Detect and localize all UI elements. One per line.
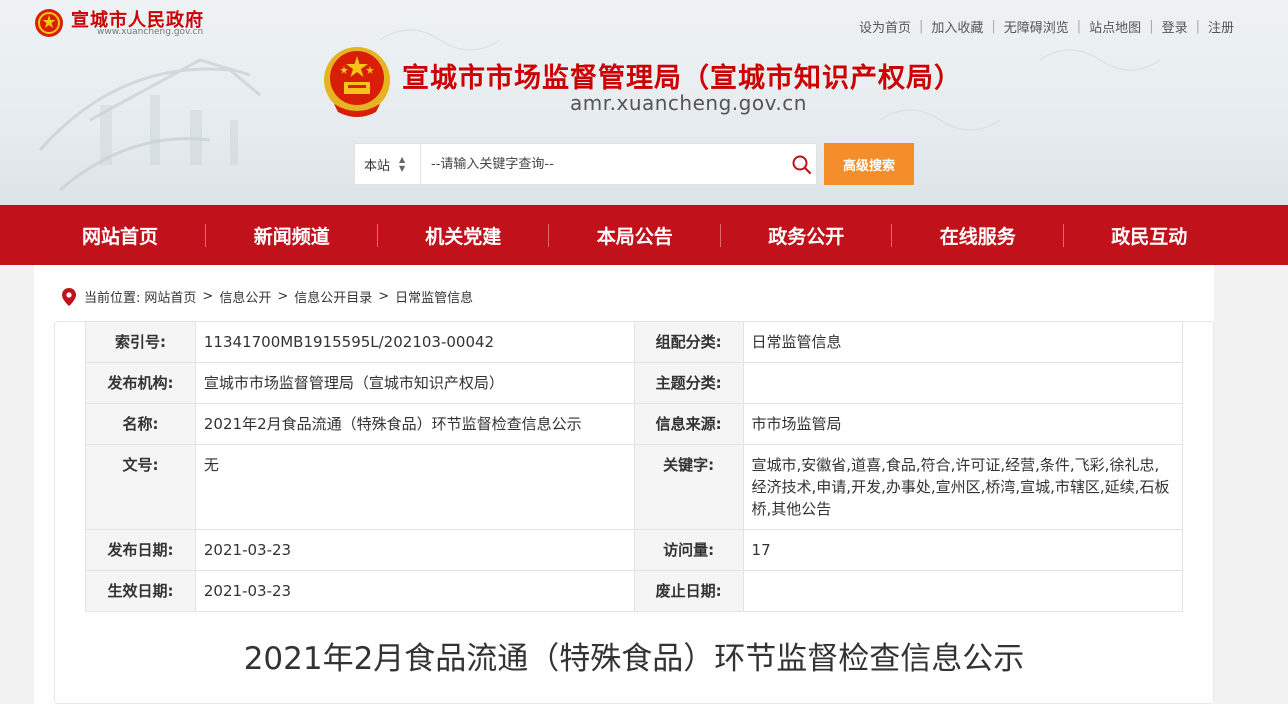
site-header: 宣城市人民政府 www.xuancheng.gov.cn 设为首页 | 加入收藏… — [0, 0, 1288, 205]
index-value: 11341700MB1915595L/202103-00042 — [194, 321, 635, 363]
login-link[interactable]: 登录 — [1162, 17, 1188, 36]
updown-arrows-icon: ▲ ▼ — [399, 155, 406, 173]
keywords-value: 宣城市,安徽省,道喜,食品,符合,许可证,经营,条件,飞彩,徐礼忠,经济技术,申… — [742, 444, 1184, 530]
repeal-date-value — [742, 570, 1184, 612]
pubdate-value: 2021-03-23 — [194, 529, 635, 571]
source-label: 信息来源: — [633, 403, 744, 445]
topic-label: 主题分类: — [633, 362, 744, 404]
category-label: 组配分类: — [633, 321, 744, 363]
publisher-value: 宣城市市场监督管理局（宣城市知识产权局） — [194, 362, 635, 404]
breadcrumb-separator: > — [202, 289, 214, 304]
sitemap-link[interactable]: 站点地图 — [1089, 17, 1141, 36]
national-emblem-icon — [324, 47, 390, 117]
table-row: 名称: 2021年2月食品流通（特殊食品）环节监督检查信息公示 信息来源: 市市… — [85, 403, 1184, 445]
article-title: 2021年2月食品流通（特殊食品）环节监督检查信息公示 — [243, 641, 1025, 677]
breadcrumb-info-catalog[interactable]: 信息公开目录 — [294, 287, 372, 306]
nav-item-government-affairs[interactable]: 政务公开 — [721, 205, 893, 265]
accessibility-link[interactable]: 无障碍浏览 — [1004, 17, 1069, 36]
gov-url: www.xuancheng.gov.cn — [97, 27, 204, 37]
publisher-label: 发布机构: — [85, 362, 196, 404]
content-panel: 当前位置: 网站首页 > 信息公开 > 信息公开目录 > 日常监管信息 索引号:… — [34, 265, 1214, 704]
table-row: 发布机构: 宣城市市场监督管理局（宣城市知识产权局） 主题分类: — [85, 362, 1184, 404]
nav-item-interaction[interactable]: 政民互动 — [1064, 205, 1236, 265]
breadcrumb: 当前位置: 网站首页 > 信息公开 > 信息公开目录 > 日常监管信息 — [62, 287, 473, 306]
breadcrumb-home[interactable]: 网站首页 — [144, 287, 196, 306]
breadcrumb-prefix: 当前位置: — [84, 291, 141, 306]
info-meta-table: 索引号: 11341700MB1915595L/202103-00042 组配分… — [85, 321, 1184, 612]
add-favorite-link[interactable]: 加入收藏 — [931, 17, 983, 36]
name-value: 2021年2月食品流通（特殊食品）环节监督检查信息公示 — [194, 403, 635, 445]
advanced-search-button[interactable]: 高级搜索 — [824, 143, 914, 185]
divider: | — [918, 19, 924, 34]
pubdate-label: 发布日期: — [85, 529, 196, 571]
effective-date-label: 生效日期: — [85, 570, 196, 612]
search-scope-label: 本站 — [364, 158, 391, 174]
topic-value — [742, 362, 1184, 404]
visits-value: 17 — [742, 529, 1184, 571]
index-label: 索引号: — [85, 321, 196, 363]
nav-item-party[interactable]: 机关党建 — [378, 205, 550, 265]
source-value: 市市场监管局 — [742, 403, 1184, 445]
table-row: 索引号: 11341700MB1915595L/202103-00042 组配分… — [85, 321, 1184, 363]
breadcrumb-separator: > — [277, 289, 289, 304]
nav-item-home[interactable]: 网站首页 — [0, 205, 206, 265]
effective-date-value: 2021-03-23 — [194, 570, 635, 612]
gov-emblem-icon — [35, 9, 63, 37]
visits-label: 访问量: — [633, 529, 744, 571]
divider: | — [1076, 19, 1082, 34]
divider: | — [991, 19, 996, 34]
table-row: 生效日期: 2021-03-23 废止日期: — [85, 570, 1184, 612]
nav-item-online-services[interactable]: 在线服务 — [892, 205, 1064, 265]
search-input[interactable] — [422, 144, 782, 184]
breadcrumb-info-public[interactable]: 信息公开 — [219, 287, 271, 306]
docno-label: 文号: — [85, 444, 196, 530]
docno-value: 无 — [194, 444, 635, 530]
search-bar: 本站 ▲ ▼ — [354, 143, 817, 185]
name-label: 名称: — [85, 403, 196, 445]
top-links: 设为首页 | 加入收藏 | 无障碍浏览 | 站点地图 | 登录 | 注册 — [859, 17, 1234, 36]
table-row: 文号: 无 关键字: 宣城市,安徽省,道喜,食品,符合,许可证,经营,条件,飞彩… — [85, 444, 1184, 530]
site-url: amr.xuancheng.gov.cn — [570, 91, 807, 115]
keywords-label: 关键字: — [633, 444, 744, 530]
divider: | — [1149, 19, 1154, 34]
set-homepage-link[interactable]: 设为首页 — [859, 17, 911, 36]
divider: | — [1195, 19, 1200, 34]
breadcrumb-current[interactable]: 日常监管信息 — [395, 287, 473, 306]
nav-item-news[interactable]: 新闻频道 — [206, 205, 378, 265]
nav-item-announcements[interactable]: 本局公告 — [549, 205, 721, 265]
location-pin-icon — [62, 287, 76, 306]
search-icon[interactable] — [791, 154, 812, 175]
table-row: 发布日期: 2021-03-23 访问量: 17 — [85, 529, 1184, 571]
category-value: 日常监管信息 — [742, 321, 1184, 363]
main-nav: 网站首页 新闻频道 机关党建 本局公告 政务公开 在线服务 政民互动 — [0, 205, 1288, 265]
site-title: 宣城市市场监督管理局（宣城市知识产权局） — [402, 63, 962, 94]
search-scope-select[interactable]: 本站 ▲ ▼ — [355, 144, 421, 184]
breadcrumb-separator: > — [378, 289, 390, 304]
repeal-date-label: 废止日期: — [633, 570, 744, 612]
register-link[interactable]: 注册 — [1208, 17, 1234, 36]
